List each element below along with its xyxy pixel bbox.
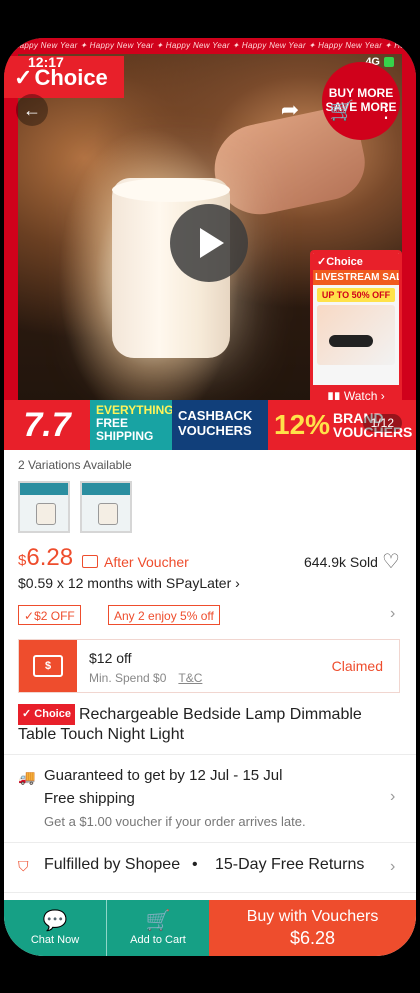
price: $6.28 [18,544,73,572]
cart-plus-icon: 🛒 [145,910,171,932]
voucher-card[interactable]: $ $12 off Min. Spend $0 T&C Claimed [18,639,400,693]
chat-icon: 💬 [42,910,68,932]
discount-chip[interactable]: ✓$2 OFF [18,605,81,625]
cart-icon: 🛒 [329,99,355,122]
spaylater-installment[interactable]: $0.59 x 12 months with SPayLater › [18,575,240,591]
tc-link[interactable]: T&C [178,671,202,685]
voucher-card-left: $ [19,640,77,692]
separator-dot: • [192,856,198,873]
after-voucher-label: After Voucher [82,554,189,570]
livestream-offer: UP TO 50% OFF [317,288,395,302]
sold-count: 644.9k Sold [304,554,378,570]
buy-label: Buy with Vouchers [246,907,379,925]
variation-thumbnail[interactable] [80,481,132,533]
brand-percent: 12% [274,409,331,440]
product-media[interactable]: ✦ Happy New Year ✦ Happy New Year ✦ Happ… [4,38,416,450]
voucher-min-spend: Min. Spend $0 T&C [89,671,202,685]
fulfilled-by-shopee[interactable]: Fulfilled by Shopee [44,856,180,874]
discount-chip-label: $2 OFF [34,609,75,623]
buy-with-vouchers-button[interactable]: Buy with Vouchers $6.28 [209,900,416,956]
choice-badge: ✓Choice [4,56,124,98]
livestream-card[interactable]: ✓Choice LIVESTREAM SALE UP TO 50% OFF ▮▮… [310,250,402,410]
promo-strip: 7.7 EVERYTHING FREE SHIPPING CASHBACK VO… [4,400,416,450]
voucher-amount: $12 off [89,650,132,666]
livestream-title-text: Choice [326,256,363,268]
chevron-right-icon[interactable]: › [390,788,395,806]
divider [4,842,416,843]
chat-now-label: Chat Now [30,934,80,946]
livestream-title: ✓Choice [313,253,399,270]
buy-price: $6.28 [289,927,336,948]
livestream-subtitle: LIVESTREAM SALE [313,270,399,285]
divider [4,892,416,893]
livestream-image [317,305,395,365]
image-counter: 1/12 [362,414,402,432]
free-returns[interactable]: 15-Day Free Returns [215,856,364,874]
sale-77: 7.7 [4,400,90,450]
play-video-button[interactable] [170,204,248,282]
share-icon: ➦ [280,97,300,122]
share-button[interactable]: ➦ [274,94,306,126]
cashback-promo: CASHBACK VOUCHERS [172,400,268,450]
shield-icon: ⛉ [18,858,29,874]
bottom-action-bar: 💬 Chat Now 🛒 Add to Cart Buy with Vouche… [4,900,416,956]
cashback-line2: VOUCHERS [178,423,252,438]
status-time: 12:17 [28,54,64,70]
banner-frame-right [402,54,416,400]
cart-button[interactable]: 🛒 [326,94,358,126]
choice-tag-label: Choice [34,708,71,720]
product-page: ✦ Happy New Year ✦ Happy New Year ✦ Happ… [4,38,416,956]
chevron-right-icon[interactable]: › [390,858,395,876]
chat-now-button[interactable]: 💬 Chat Now [4,900,107,956]
battery-icon [384,57,394,68]
late-delivery-note: Get a $1.00 voucher if your order arrive… [44,814,306,829]
chevron-right-icon[interactable]: › [390,605,395,623]
cashback-line1: CASHBACK [178,408,253,423]
more-icon: ⋮ [376,99,396,122]
choice-tag: ✓ Choice [18,704,75,725]
coupon-icon: $ [33,655,63,677]
truck-icon: 🚚 [18,769,36,785]
bundle-chip[interactable]: Any 2 enjoy 5% off [108,605,220,625]
product-title: ✓ Choice Rechargeable Bedside Lamp Dimmab… [18,704,378,744]
variations-label: 2 Variations Available [18,458,132,472]
free-shipping-line3: SHIPPING [96,429,154,443]
voucher-icon [82,555,98,568]
heart-icon[interactable]: ♡ [382,549,400,574]
new-year-banner: ✦ Happy New Year ✦ Happy New Year ✦ Happ… [4,38,416,54]
free-shipping-label: Free shipping [44,790,135,807]
price-value: 6.28 [26,544,74,571]
installment-text: $0.59 x 12 months with SPayLater [18,575,232,591]
add-to-cart-label: Add to Cart [130,934,186,946]
claimed-status: Claimed [331,658,383,674]
min-spend-text: Min. Spend $0 [89,671,167,685]
back-button[interactable]: ← [16,94,48,126]
after-voucher-text: After Voucher [104,554,189,570]
free-shipping-promo: EVERYTHING FREE SHIPPING [90,400,174,450]
delivery-guarantee[interactable]: Guaranteed to get by 12 Jul - 15 Jul [44,767,282,784]
variation-thumbnail[interactable] [18,481,70,533]
arrow-left-icon: ← [23,99,41,120]
add-to-cart-button[interactable]: 🛒 Add to Cart [107,900,209,956]
divider [4,754,416,755]
more-button[interactable]: ⋮ [370,94,402,126]
